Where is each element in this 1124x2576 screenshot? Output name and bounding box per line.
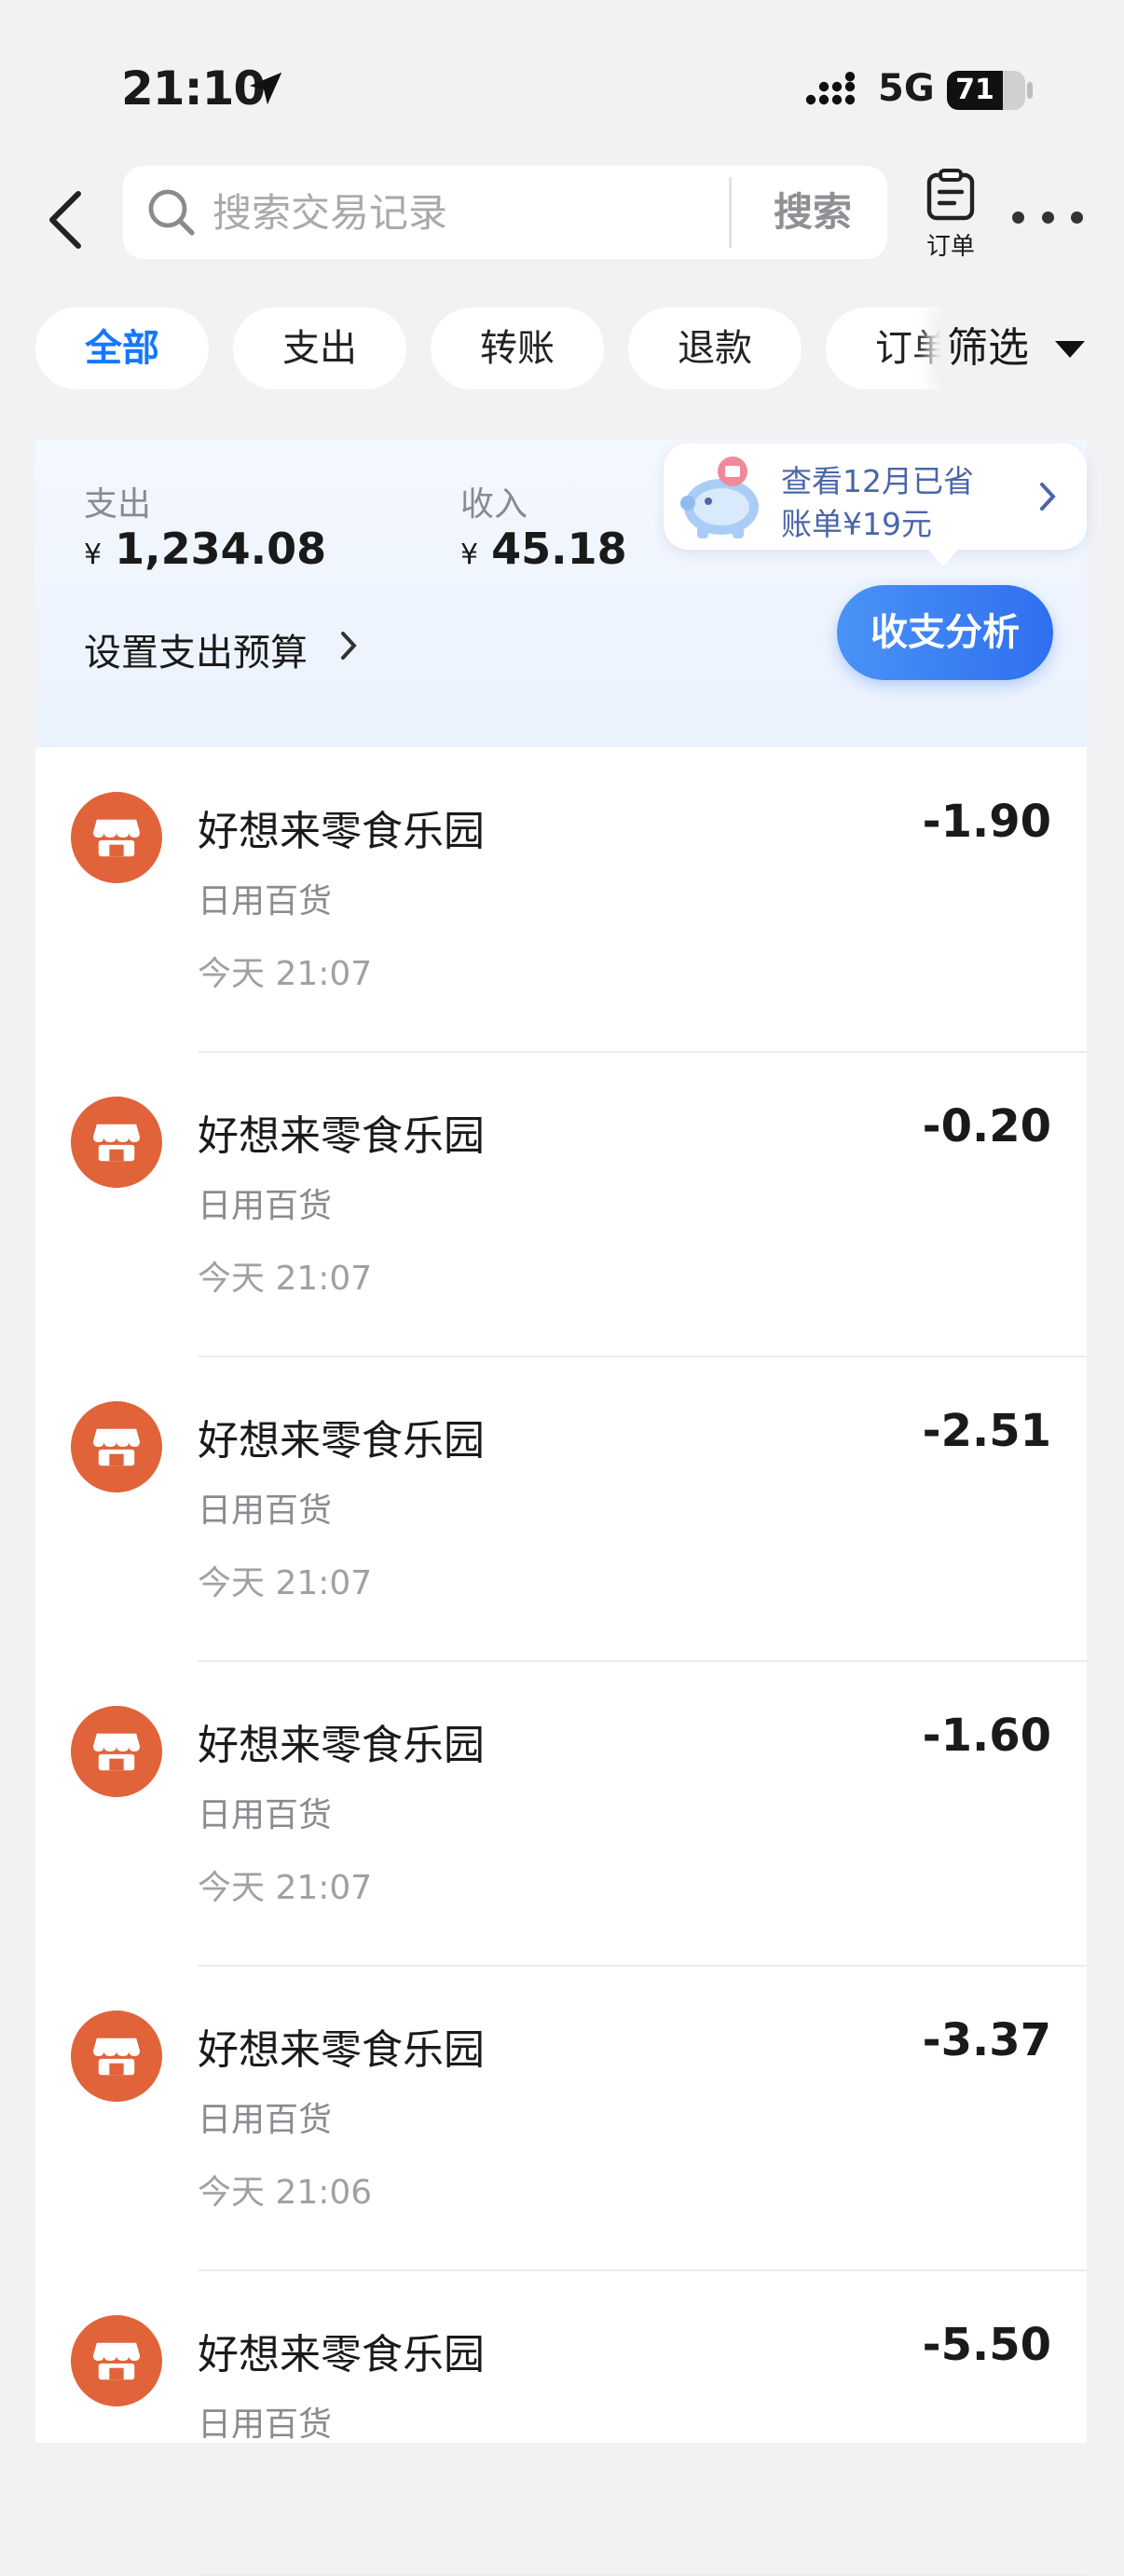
income-value: 45.18 [491,524,627,574]
currency-symbol: ¥ [460,538,479,571]
back-chevron-icon [49,191,81,249]
search-button[interactable]: 搜索 [753,166,872,259]
monthly-summary-card: 支出 ¥1,234.08 收入 ¥45.18 查看12月已省 账单¥19元 设置… [35,440,1087,747]
transaction-amount: -3.37 [922,2014,1051,2066]
expense-value: 1,234.08 [115,524,327,574]
tab-expense[interactable]: 支出 [233,307,406,389]
shop-icon [93,819,140,857]
chevron-right-icon [1040,483,1056,511]
filter-tabs: 全部 支出 转账 退款 订单 [0,307,941,393]
transaction-time: 今天 21:06 [198,2174,373,2212]
status-bar: 21:10 5G 71 [0,0,1124,149]
income-total: ¥45.18 [460,524,627,574]
merchant-name: 好想来零食乐园 [198,2331,485,2378]
shop-icon [93,1124,140,1162]
transaction-time: 今天 21:07 [198,955,373,993]
battery-level: 71 [955,74,994,106]
filter-button[interactable]: 筛选 [941,307,1124,389]
transaction-category: 日用百货 [198,1796,333,1834]
merchant-avatar [71,1706,162,1797]
transaction-category: 日用百货 [198,882,333,920]
merchant-avatar [71,1097,162,1188]
shop-icon [93,1428,140,1466]
income-label: 收入 [460,485,528,524]
back-button[interactable] [37,183,93,257]
caret-down-icon [1055,341,1085,358]
search-input[interactable] [212,166,828,259]
savings-promo-bubble[interactable]: 查看12月已省 账单¥19元 [664,443,1087,566]
currency-symbol: ¥ [84,538,103,571]
merchant-name: 好想来零食乐园 [198,1417,485,1465]
merchant-name: 好想来零食乐园 [198,1722,485,1769]
set-budget-link[interactable]: 设置支出预算 [84,622,308,676]
more-dot [1071,211,1083,224]
transaction-amount: -5.50 [922,2319,1051,2371]
shop-icon [93,2038,140,2076]
more-dot [1041,211,1054,224]
more-dot [1012,211,1024,224]
merchant-name: 好想来零食乐园 [198,2026,485,2074]
transaction-amount: -2.51 [922,1405,1051,1457]
transaction-time: 今天 21:07 [198,1260,373,1298]
orders-label: 订单 [925,233,975,261]
transaction-row[interactable]: 好想来零食乐园日用百货今天 21:07 -1.60 [35,1661,1087,1967]
transaction-category: 日用百货 [198,1492,333,1530]
promo-text-line1: 查看12月已省 [781,463,974,499]
expense-total: ¥1,234.08 [84,524,326,574]
transaction-time: 今天 21:07 [198,1564,373,1602]
transaction-row[interactable]: 好想来零食乐园日用百货今天 21:07 -1.90 [35,747,1087,1053]
transaction-row[interactable]: 好想来零食乐园日用百货今天 21:07 -0.20 [35,1052,1087,1357]
merchant-name: 好想来零食乐园 [198,808,485,855]
tab-refund[interactable]: 退款 [628,307,802,389]
transaction-row[interactable]: 好想来零食乐园日用百货今天 21:07 -2.51 [35,1356,1087,1662]
transaction-amount: -1.60 [922,1710,1051,1762]
search-bar[interactable]: 搜索 [123,166,887,259]
signal-icon [805,72,856,105]
income-expense-analysis-button[interactable]: 收支分析 [837,585,1053,680]
network-type: 5G [878,67,935,110]
battery-icon: 71 [947,71,1025,110]
expense-label: 支出 [84,485,152,524]
search-icon [148,189,195,236]
location-arrow-icon [249,72,282,105]
shop-icon [93,2342,140,2380]
transaction-list: 好想来零食乐园 日用百货 今天 21:07 -1.90 好想来零食乐园 日用百货 今天 21… [35,747,1087,2576]
battery-tip [1027,82,1033,99]
transaction-row[interactable]: 好想来零食乐园日用百货 -5.50 [35,2270,1087,2576]
tab-all[interactable]: 全部 [35,307,209,389]
transaction-category: 日用百货 [198,2406,333,2444]
more-button[interactable] [1012,203,1083,231]
tab-transfer[interactable]: 转账 [431,307,604,389]
piggy-bank-icon [680,457,759,538]
promo-text-line2: 账单¥19元 [781,506,932,542]
merchant-name: 好想来零食乐园 [198,1112,485,1160]
transaction-category: 日用百货 [198,2101,333,2139]
transaction-row[interactable]: 好想来零食乐园日用百货今天 21:06 -3.37 [35,1966,1087,2271]
merchant-avatar [71,2010,162,2102]
chevron-right-icon [341,632,357,660]
filter-label: 筛选 [947,324,1029,372]
transaction-amount: -1.90 [922,796,1051,848]
orders-button[interactable]: 订单 [913,164,988,266]
tab-orders[interactable]: 订单 [826,307,941,389]
merchant-avatar [71,1401,162,1492]
search-divider [729,177,732,248]
transaction-category: 日用百货 [198,1187,333,1225]
transaction-time: 今天 21:07 [198,1869,373,1907]
transaction-amount: -0.20 [922,1100,1051,1152]
clipboard-icon [926,169,975,221]
merchant-avatar [71,2315,162,2406]
shop-icon [93,1733,140,1771]
merchant-avatar [71,792,162,883]
